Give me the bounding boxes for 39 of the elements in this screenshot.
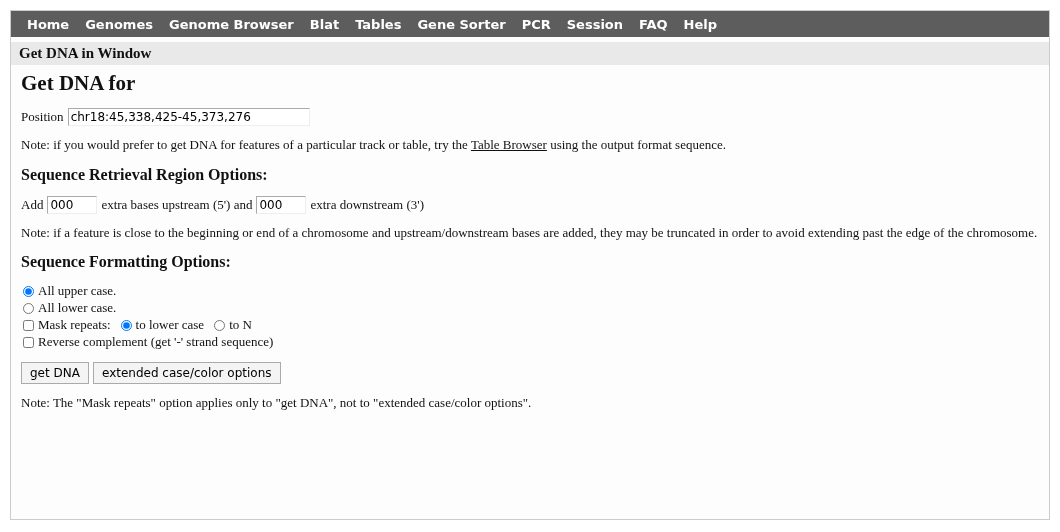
radio-label: All lower case. [38, 300, 117, 317]
upstream-label: extra bases upstream (5') and [101, 196, 253, 213]
form-button[interactable]: extended case/color options [92, 362, 281, 385]
nav-link[interactable]: Home [19, 16, 78, 32]
nav-link[interactable]: Session [558, 16, 632, 32]
page-heading: Get DNA for [21, 71, 137, 96]
nav-link[interactable]: Genomes [77, 16, 161, 32]
add-label: Add [21, 196, 44, 213]
nav-link[interactable]: Blat [301, 16, 348, 32]
position-field[interactable]: chr18:45,338,425-45,373,276 [67, 108, 310, 126]
checkbox-label: Reverse complement (get '-' strand sequence) [38, 334, 274, 351]
mask-radio[interactable] [214, 319, 226, 331]
case-radio[interactable] [23, 285, 34, 297]
mask-radio[interactable] [120, 319, 132, 331]
table-browser-note: Note: if you would prefer to get DNA for features of a particular track or table, try the Table Browser using the output format sequence. [21, 138, 727, 152]
mask-repeats-note: Note: The "Mask repeats" option applies only to "get DNA", not to "extended case/color options". [21, 396, 533, 410]
section-heading: Sequence Retrieval Region Options: [21, 165, 269, 184]
nav-link[interactable]: Help [675, 16, 726, 32]
truncation-note: Note: if a feature is close to the beginning or end of a chromosome and upstream/downstream bases are added, they may be truncated in order to avoid extending past the edge of the chromosome. [21, 225, 1039, 240]
radio-label: to lower case [135, 317, 205, 334]
checkbox-label: Mask repeats: [38, 317, 111, 334]
form-button[interactable]: get DNA [21, 362, 89, 385]
position-label: Position [21, 109, 64, 125]
table-browser-link[interactable]: Table Browser [470, 137, 547, 152]
radio-label: to N [229, 317, 252, 334]
reverse-complement-checkbox[interactable] [23, 336, 34, 348]
nav-link[interactable]: Tables [347, 16, 410, 32]
nav-link[interactable]: PCR [513, 16, 559, 32]
panel-title: Get DNA in Window [11, 42, 1049, 65]
radio-label: All upper case. [38, 283, 117, 300]
upstream-field[interactable]: 000 [47, 195, 98, 214]
section-heading: Sequence Formatting Options: [21, 253, 232, 272]
nav-link[interactable]: FAQ [631, 16, 676, 32]
downstream-field[interactable]: 000 [256, 195, 307, 214]
nav-link[interactable]: Gene Sorter [409, 16, 514, 32]
downstream-label: extra downstream (3') [310, 196, 424, 213]
mask-repeats-checkbox[interactable] [23, 319, 34, 331]
nav-link[interactable]: Genome Browser [160, 16, 302, 32]
case-radio[interactable] [23, 302, 34, 314]
